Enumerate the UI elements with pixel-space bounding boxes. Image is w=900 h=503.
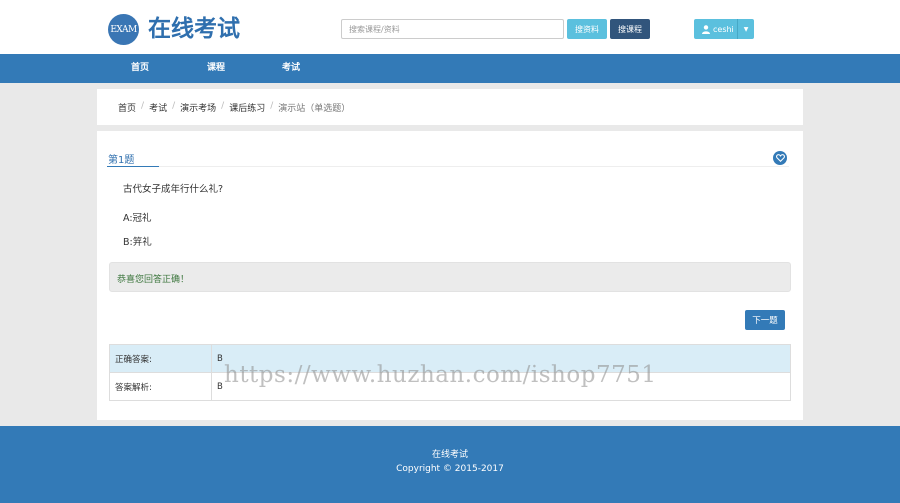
watermark: https://www.huzhan.com/ishop7751 [224, 362, 657, 388]
user-name: ceshi [713, 24, 734, 34]
site-footer: 在线考试 Copyright © 2015-2017 [0, 426, 900, 503]
exam-logo[interactable]: EXAM [108, 14, 139, 45]
result-alert: 恭喜您回答正确！ [109, 262, 791, 292]
breadcrumb-separator: / [172, 101, 176, 111]
nav-item-exams[interactable]: 考试 [282, 54, 300, 83]
site-title[interactable]: 在线考试 [148, 14, 240, 45]
heart-icon [775, 154, 785, 162]
breadcrumb: 首页 / 考试 / 演示考场 / 课后练习 / 演示站（单选题） [118, 101, 350, 114]
caret-down-icon[interactable]: ▼ [738, 26, 754, 33]
divider [159, 166, 789, 167]
breadcrumb-item-home[interactable]: 首页 [118, 101, 136, 114]
search-input[interactable] [341, 19, 564, 39]
footer-title: 在线考试 [431, 450, 468, 460]
breadcrumb-separator: / [221, 101, 225, 111]
user-menu-main[interactable]: ceshi [694, 19, 738, 39]
breadcrumb-separator: / [270, 101, 274, 111]
search-course-button[interactable]: 搜课程 [610, 19, 650, 39]
next-question-button[interactable]: 下一题 [745, 310, 785, 330]
footer-copyright: Copyright © 2015-2017 [396, 464, 504, 474]
breadcrumb-item-demo-room[interactable]: 演示考场 [180, 101, 216, 114]
breadcrumb-item-practice[interactable]: 课后练习 [229, 101, 265, 114]
question-number: 第1题 [108, 155, 135, 166]
main-nav: 首页 课程 考试 [0, 54, 900, 83]
favorite-heart-icon[interactable] [773, 151, 787, 165]
user-icon [702, 24, 710, 34]
breadcrumb-item-exams[interactable]: 考试 [149, 101, 167, 114]
correct-answer-label: 正确答案: [109, 344, 212, 373]
breadcrumb-panel: 首页 / 考试 / 演示考场 / 课后练习 / 演示站（单选题） [97, 89, 803, 125]
question-number-underline [107, 166, 159, 167]
answer-explanation-label: 答案解析: [109, 372, 212, 401]
breadcrumb-item-current: 演示站（单选题） [278, 104, 351, 114]
search-material-button[interactable]: 搜资料 [567, 19, 607, 39]
option-a[interactable]: A:冠礼 [123, 210, 152, 224]
question-text: 古代女子成年行什么礼? [123, 184, 224, 195]
option-b[interactable]: B:笄礼 [123, 234, 152, 248]
result-message: 恭喜您回答正确！ [117, 275, 190, 285]
user-menu-button[interactable]: ceshi ▼ [694, 19, 754, 39]
nav-item-courses[interactable]: 课程 [207, 54, 225, 83]
breadcrumb-separator: / [141, 101, 145, 111]
nav-item-home[interactable]: 首页 [131, 54, 149, 83]
site-header: EXAM 在线考试 搜资料 搜课程 ceshi ▼ [0, 0, 900, 54]
